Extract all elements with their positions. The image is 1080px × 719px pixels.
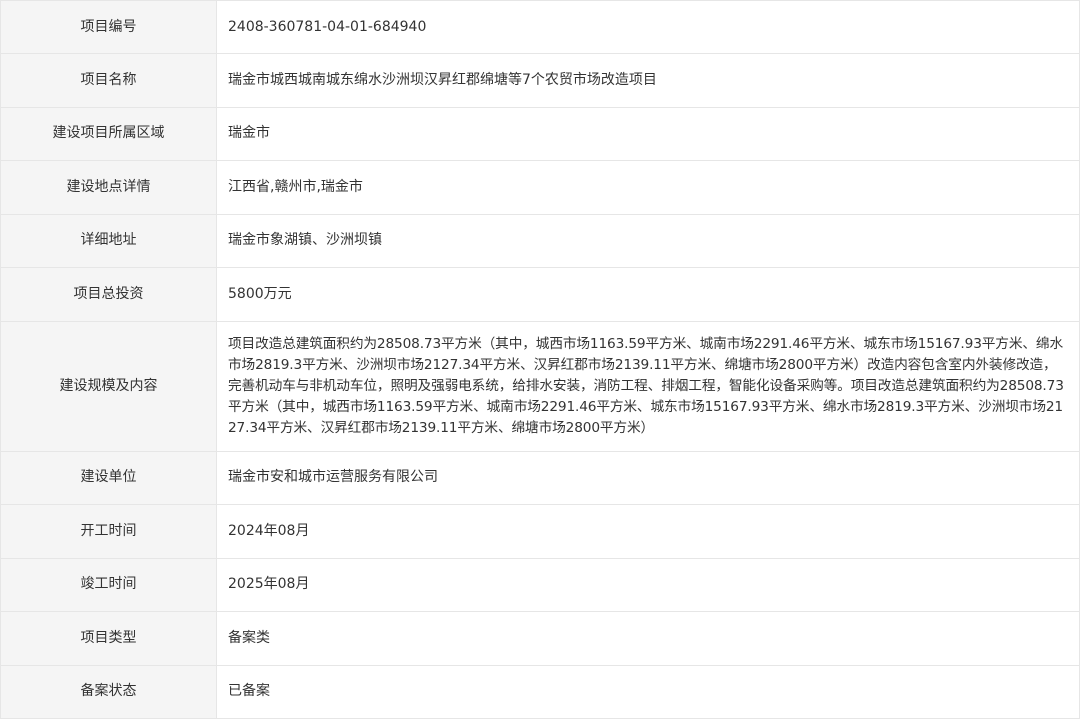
row-address: 详细地址 瑞金市象湖镇、沙洲坝镇: [0, 213, 1080, 268]
row-completion-time: 竣工时间 2025年08月: [0, 557, 1080, 612]
value-filing-status: 已备案: [216, 664, 1080, 719]
value-start-time: 2024年08月: [216, 504, 1080, 559]
label-project-name: 项目名称: [0, 53, 217, 108]
value-location-details: 江西省,赣州市,瑞金市: [216, 160, 1080, 215]
row-filing-status: 备案状态 已备案: [0, 664, 1080, 719]
label-project-number: 项目编号: [0, 0, 217, 54]
row-construction-unit: 建设单位 瑞金市安和城市运营服务有限公司: [0, 450, 1080, 505]
row-project-name: 项目名称 瑞金市城西城南城东绵水沙洲坝汉昇红郡绵塘等7个农贸市场改造项目: [0, 53, 1080, 108]
value-project-type: 备案类: [216, 611, 1080, 666]
project-info-table: 项目编号 2408-360781-04-01-684940 项目名称 瑞金市城西…: [0, 0, 1080, 719]
label-total-investment: 项目总投资: [0, 267, 217, 322]
value-completion-time: 2025年08月: [216, 557, 1080, 612]
value-project-name: 瑞金市城西城南城东绵水沙洲坝汉昇红郡绵塘等7个农贸市场改造项目: [216, 53, 1080, 108]
label-project-type: 项目类型: [0, 611, 217, 666]
row-region: 建设项目所属区域 瑞金市: [0, 106, 1080, 161]
value-construction-unit: 瑞金市安和城市运营服务有限公司: [216, 450, 1080, 505]
value-project-number: 2408-360781-04-01-684940: [216, 0, 1080, 54]
label-region: 建设项目所属区域: [0, 106, 217, 161]
label-address: 详细地址: [0, 213, 217, 268]
row-scale-content: 建设规模及内容 项目改造总建筑面积约为28508.73平方米（其中，城西市场11…: [0, 320, 1080, 452]
label-construction-unit: 建设单位: [0, 450, 217, 505]
row-project-number: 项目编号 2408-360781-04-01-684940: [0, 0, 1080, 54]
label-start-time: 开工时间: [0, 504, 217, 559]
row-start-time: 开工时间 2024年08月: [0, 504, 1080, 559]
value-total-investment: 5800万元: [216, 267, 1080, 322]
label-scale-content: 建设规模及内容: [0, 320, 217, 452]
value-region: 瑞金市: [216, 106, 1080, 161]
value-address: 瑞金市象湖镇、沙洲坝镇: [216, 213, 1080, 268]
label-completion-time: 竣工时间: [0, 557, 217, 612]
row-project-type: 项目类型 备案类: [0, 611, 1080, 666]
label-filing-status: 备案状态: [0, 664, 217, 719]
value-scale-content: 项目改造总建筑面积约为28508.73平方米（其中，城西市场1163.59平方米…: [216, 320, 1080, 452]
row-location-details: 建设地点详情 江西省,赣州市,瑞金市: [0, 160, 1080, 215]
row-total-investment: 项目总投资 5800万元: [0, 267, 1080, 322]
label-location-details: 建设地点详情: [0, 160, 217, 215]
